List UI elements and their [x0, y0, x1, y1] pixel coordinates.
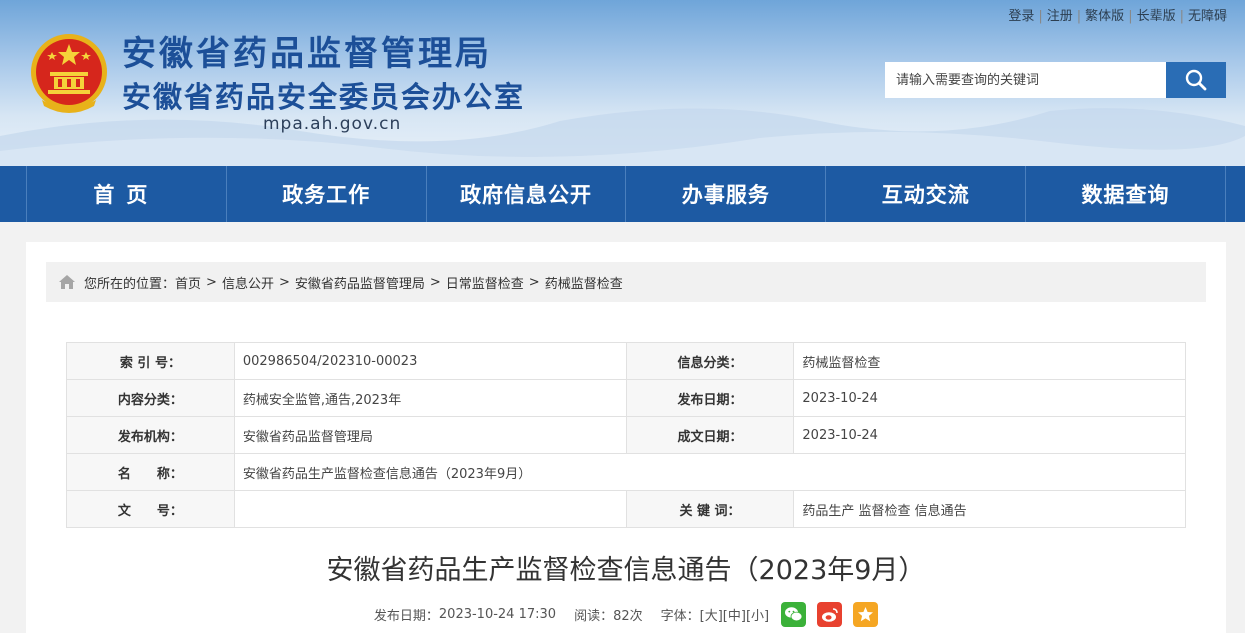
nav-item-services[interactable]: 办事服务	[625, 166, 825, 222]
breadcrumb-separator: >	[278, 274, 290, 290]
name-label: 名 称：	[66, 453, 235, 491]
favorite-icon	[858, 607, 874, 622]
font-medium-button[interactable]: [中]	[723, 605, 746, 624]
category-value: 药械监督检查	[793, 342, 1186, 380]
national-emblem-icon	[31, 34, 107, 113]
table-row: 发布机构： 安徽省药品监督管理局 成文日期： 2023-10-24	[66, 416, 1186, 454]
table-row: 名 称： 安徽省药品生产监督检查信息通告（2023年9月）	[66, 453, 1187, 491]
article-info-bar: 发布日期： 2023-10-24 17:30 阅读： 82次 字体： [大] […	[26, 602, 1226, 627]
nav-item-interaction[interactable]: 互动交流	[825, 166, 1025, 222]
home-icon	[59, 275, 75, 289]
publisher-label: 发布机构：	[66, 416, 235, 454]
breadcrumb-separator: >	[429, 274, 441, 290]
top-links: 登录 | 注册 | 繁体版 | 长辈版 | 无障碍	[1008, 5, 1227, 24]
search-input[interactable]	[885, 62, 1167, 98]
share-weibo-button[interactable]	[817, 602, 843, 627]
breadcrumb-item-home[interactable]: 首页	[175, 273, 201, 292]
share-wechat-button[interactable]	[781, 602, 807, 627]
separator: |	[1179, 9, 1184, 24]
breadcrumb-item-info-public[interactable]: 信息公开	[222, 273, 274, 292]
site-domain: mpa.ah.gov.cn	[263, 114, 402, 134]
traditional-chinese-link[interactable]: 繁体版	[1085, 9, 1124, 24]
publisher-value: 安徽省药品监督管理局	[233, 416, 627, 454]
wechat-icon	[785, 607, 803, 622]
publish-datetime: 2023-10-24 17:30	[438, 607, 557, 622]
breadcrumb-separator: >	[206, 274, 217, 290]
font-size-label: 字体：	[660, 609, 700, 624]
created-date-value: 2023-10-24	[793, 416, 1186, 454]
nav-item-data-query[interactable]: 数据查询	[1025, 166, 1226, 222]
search-button[interactable]	[1166, 62, 1226, 98]
table-row: 文 号： 关 键 词： 药品生产 监督检查 信息通告	[66, 490, 1186, 528]
separator: |	[1076, 9, 1082, 24]
nav-item-government-work[interactable]: 政务工作	[225, 166, 426, 222]
category-label: 信息分类：	[625, 342, 795, 380]
main-nav: 首页 政务工作 政府信息公开 办事服务 互动交流 数据查询	[0, 166, 1245, 222]
breadcrumb-item-daily-inspection[interactable]: 日常监督检查	[446, 273, 524, 292]
site-subtitle: 安徽省药品安全委员会办公室	[122, 80, 526, 114]
metadata-table: 索 引 号： 002986504/202310-00023 信息分类： 药械监督…	[66, 342, 1187, 528]
search-icon	[1185, 69, 1207, 91]
name-value: 安徽省药品生产监督检查信息通告（2023年9月）	[233, 453, 1187, 491]
doc-number-label: 文 号：	[66, 490, 235, 528]
site-header: 安徽省药品监督管理局 安徽省药品安全委员会办公室 mpa.ah.gov.cn 登…	[0, 0, 1245, 166]
font-small-button[interactable]: [小]	[746, 605, 769, 624]
content-type-label: 内容分类：	[66, 379, 235, 417]
site-title: 安徽省药品监督管理局	[122, 34, 492, 74]
nav-item-home[interactable]: 首页	[26, 166, 226, 222]
publish-label: 发布日期：	[373, 609, 439, 624]
breadcrumb-item-drug-device-inspection[interactable]: 药械监督检查	[545, 273, 623, 292]
elder-version-link[interactable]: 长辈版	[1137, 9, 1176, 24]
reads-label: 阅读：	[574, 609, 614, 624]
created-date-label: 成文日期：	[625, 416, 795, 454]
keywords-value: 药品生产 监督检查 信息通告	[793, 490, 1186, 528]
content-type-value: 药械安全监管,通告,2023年	[233, 379, 627, 417]
breadcrumb: 您所在的位置： 首页 > 信息公开 > 安徽省药品监督管理局 > 日常监督检查 …	[46, 262, 1206, 302]
breadcrumb-separator: >	[528, 274, 540, 290]
share-favorite-button[interactable]	[853, 602, 879, 627]
publish-date-value: 2023-10-24	[793, 379, 1186, 417]
index-label: 索 引 号：	[66, 342, 235, 380]
separator: |	[1128, 9, 1133, 24]
nav-item-info-disclosure[interactable]: 政府信息公开	[425, 166, 626, 222]
table-row: 索 引 号： 002986504/202310-00023 信息分类： 药械监督…	[66, 342, 1186, 380]
login-link[interactable]: 登录	[1008, 9, 1034, 24]
breadcrumb-item-bureau[interactable]: 安徽省药品监督管理局	[295, 273, 425, 292]
index-value: 002986504/202310-00023	[233, 342, 627, 380]
font-large-button[interactable]: [大]	[700, 605, 723, 624]
weibo-icon	[821, 607, 838, 622]
accessibility-link[interactable]: 无障碍	[1188, 9, 1227, 24]
table-row: 内容分类： 药械安全监管,通告,2023年 发布日期： 2023-10-24	[66, 379, 1186, 417]
keywords-label: 关 键 词：	[625, 490, 795, 528]
content-panel: 您所在的位置： 首页 > 信息公开 > 安徽省药品监督管理局 > 日常监督检查 …	[26, 242, 1226, 633]
separator: |	[1038, 9, 1043, 24]
reads-count: 82次	[613, 609, 643, 624]
breadcrumb-prefix: 您所在的位置：	[84, 276, 176, 292]
doc-number-value	[233, 490, 627, 528]
article-title: 安徽省药品生产监督检查信息通告（2023年9月）	[326, 555, 926, 586]
publish-date-label: 发布日期：	[625, 379, 795, 417]
register-link[interactable]: 注册	[1047, 9, 1073, 24]
